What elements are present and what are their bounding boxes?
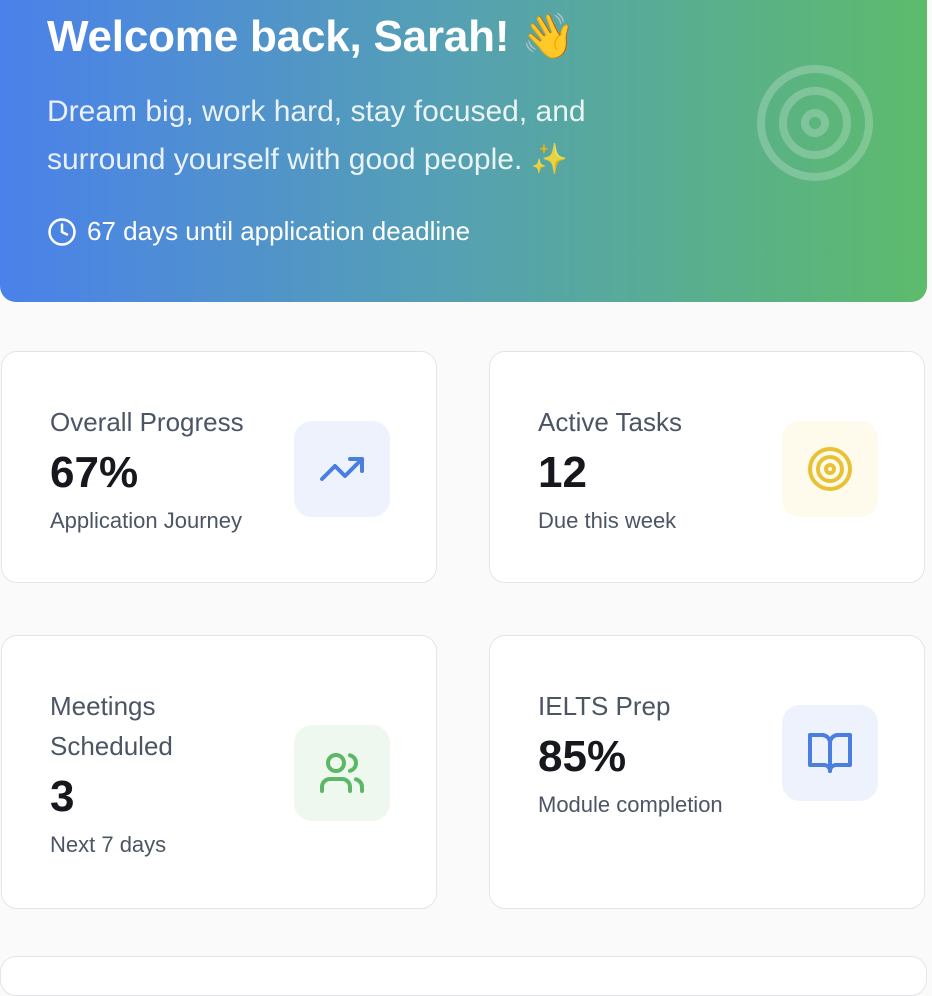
welcome-title: Welcome back, Sarah! 👋 — [47, 12, 576, 61]
users-icon — [294, 725, 390, 821]
stat-subtext: Application Journey — [50, 508, 243, 533]
stat-subtext: Due this week — [538, 508, 677, 533]
stat-value: 3 — [50, 772, 75, 821]
deadline-countdown: 67 days until application deadline — [47, 216, 470, 247]
deadline-text: 67 days until application deadline — [87, 216, 471, 246]
stat-value: 12 — [538, 448, 587, 497]
stat-value: 67% — [50, 448, 139, 497]
motivational-quote: Dream big, work hard, stay focused, and … — [47, 95, 586, 176]
stat-label: Meetings Scheduled — [50, 691, 173, 761]
target-icon — [782, 421, 878, 517]
welcome-banner: Welcome back, Sarah! 👋 Dream big, work h… — [0, 0, 927, 302]
stat-label: Overall Progress — [50, 407, 244, 437]
stat-card-overall-progress: Overall Progress 67% Application Journey — [1, 351, 437, 583]
stat-label: Active Tasks — [538, 407, 683, 437]
stat-value: 85% — [538, 732, 627, 781]
next-section-card — [0, 956, 927, 996]
target-icon — [754, 62, 876, 184]
book-open-icon — [782, 705, 878, 801]
stat-subtext: Module completion — [538, 792, 723, 817]
stat-card-meetings: Meetings Scheduled 3 Next 7 days — [1, 635, 437, 909]
trending-up-icon — [294, 421, 390, 517]
stat-card-active-tasks: Active Tasks 12 Due this week — [489, 351, 925, 583]
stat-label: IELTS Prep — [538, 691, 671, 721]
clock-icon — [47, 217, 77, 247]
stat-subtext: Next 7 days — [50, 832, 167, 857]
stat-card-ielts-prep: IELTS Prep 85% Module completion — [489, 635, 925, 909]
